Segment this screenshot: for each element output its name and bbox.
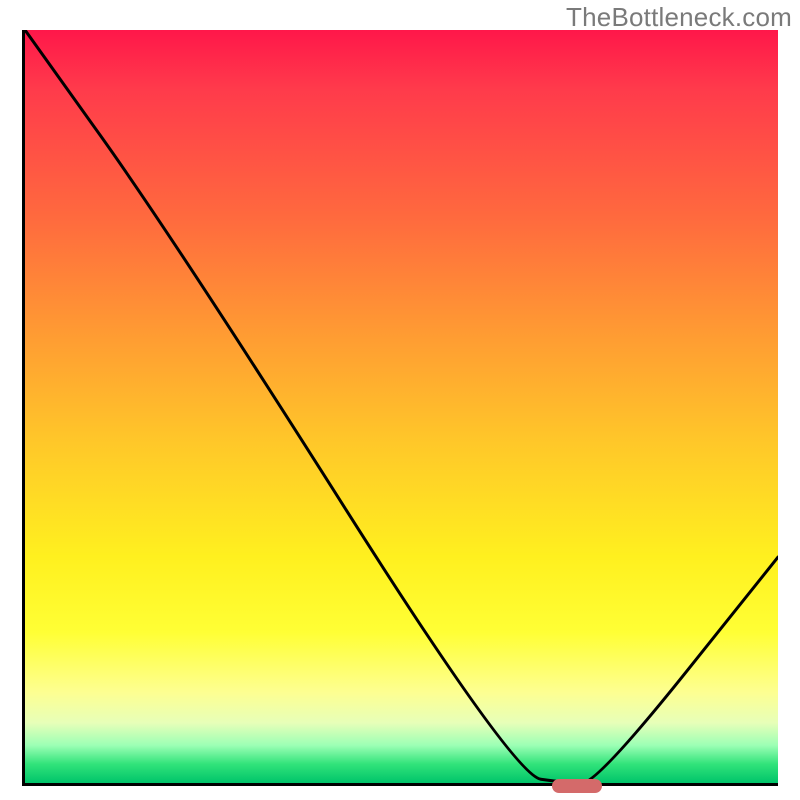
chart-container: TheBottleneck.com <box>0 0 800 800</box>
optimal-marker <box>552 779 602 793</box>
plot-area <box>22 30 778 786</box>
curve-svg <box>25 30 778 783</box>
watermark-label: TheBottleneck.com <box>566 2 792 33</box>
bottleneck-curve-path <box>25 30 778 783</box>
